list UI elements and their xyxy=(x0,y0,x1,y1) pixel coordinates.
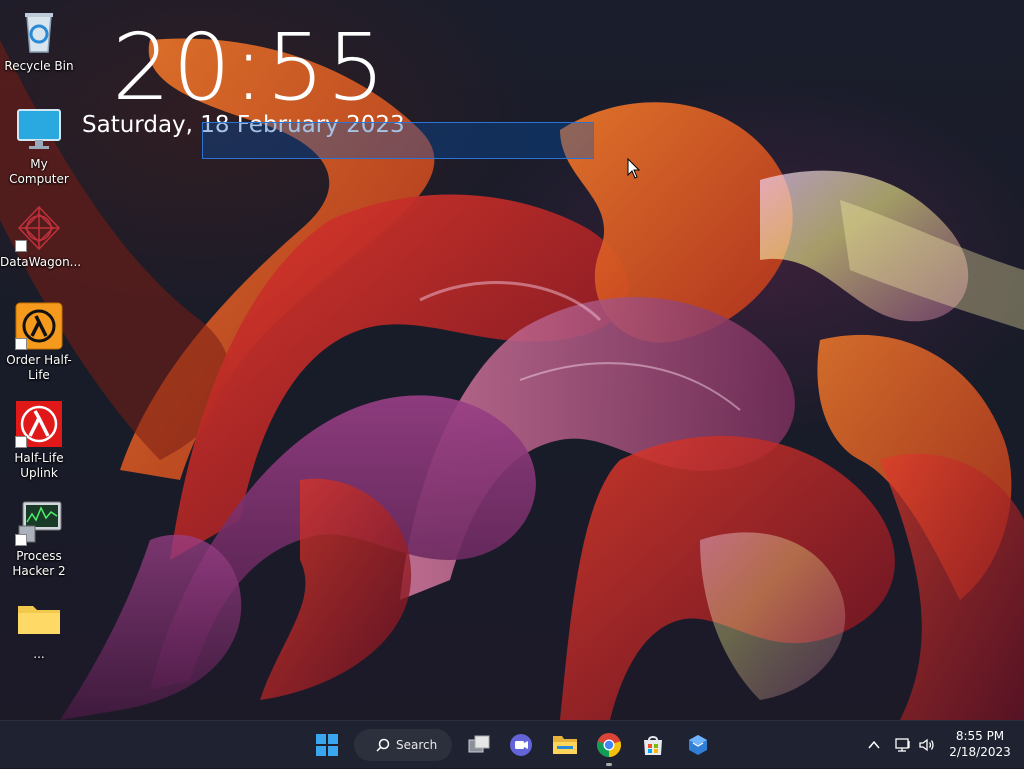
chrome-icon xyxy=(597,733,621,757)
desktop-icon-folder[interactable]: ... xyxy=(0,596,78,662)
desktop-icon-label: DataWagon... xyxy=(0,255,82,269)
search-icon xyxy=(376,738,390,752)
desktop-icon-label: My Computer xyxy=(9,157,69,186)
desktop-icon-my-computer[interactable]: My Computer xyxy=(0,106,78,187)
monitor-icon xyxy=(15,106,63,154)
desktop-icon-order-half-life[interactable]: Order Half-Life xyxy=(0,302,78,383)
search-button[interactable]: Search xyxy=(354,729,452,761)
start-button[interactable] xyxy=(311,729,343,761)
desktop-icon-datawagon[interactable]: DataWagon... xyxy=(0,204,82,270)
desktop-icon-label: Recycle Bin xyxy=(4,59,74,73)
shortcut-arrow-icon xyxy=(15,534,27,546)
desktop-icon-process-hacker[interactable]: Process Hacker 2 xyxy=(0,498,78,579)
desktop-icon-recycle-bin[interactable]: Recycle Bin xyxy=(0,8,78,74)
desktop-icon-label: ... xyxy=(33,647,45,661)
tray-clock[interactable]: 8:55 PM 2/18/2023 xyxy=(944,728,1016,760)
folder-icon xyxy=(15,596,63,644)
tray-time: 8:55 PM xyxy=(955,729,1005,743)
task-view-button[interactable] xyxy=(463,729,495,761)
network-button[interactable] xyxy=(894,721,912,769)
shortcut-arrow-icon xyxy=(15,436,27,448)
task-view-icon xyxy=(468,735,490,753)
network-icon xyxy=(895,738,910,752)
app-button[interactable] xyxy=(682,729,714,761)
clock-time: 20:55 xyxy=(112,14,388,121)
taskbar: Search 8:55 PM 2/18/2023 xyxy=(0,720,1024,768)
file-explorer-icon xyxy=(553,736,577,754)
half-life-uplink-icon xyxy=(15,400,63,448)
active-indicator xyxy=(606,763,612,766)
volume-button[interactable] xyxy=(918,721,936,769)
shortcut-arrow-icon xyxy=(15,338,27,350)
desktop-icon-label: Order Half-Life xyxy=(6,353,72,382)
desktop[interactable]: 20:55 Saturday, 18 February 2023 Recycle… xyxy=(0,0,1024,720)
search-label: Search xyxy=(396,738,438,752)
datawagon-icon xyxy=(15,204,63,252)
mouse-cursor-icon xyxy=(627,158,641,179)
desktop-icon-label: Process Hacker 2 xyxy=(12,549,66,578)
chrome-button[interactable] xyxy=(593,729,625,766)
desktop-icon-label: Half-Life Uplink xyxy=(14,451,64,480)
file-explorer-button[interactable] xyxy=(549,729,581,761)
app-icon xyxy=(689,735,707,755)
recycle-bin-icon xyxy=(15,8,63,56)
tray-overflow-button[interactable] xyxy=(866,721,882,769)
process-hacker-icon xyxy=(15,498,63,546)
chat-button[interactable] xyxy=(505,729,537,761)
store-button[interactable] xyxy=(637,729,669,761)
chevron-up-icon xyxy=(868,740,880,749)
chat-icon xyxy=(510,734,532,756)
store-icon xyxy=(644,736,662,755)
selection-rectangle xyxy=(202,122,594,159)
tray-date: 2/18/2023 xyxy=(949,745,1011,759)
start-icon xyxy=(316,734,338,756)
volume-icon xyxy=(919,738,934,752)
half-life-lambda-icon xyxy=(15,302,63,350)
shortcut-arrow-icon xyxy=(15,240,27,252)
desktop-icon-half-life-uplink[interactable]: Half-Life Uplink xyxy=(0,400,78,481)
